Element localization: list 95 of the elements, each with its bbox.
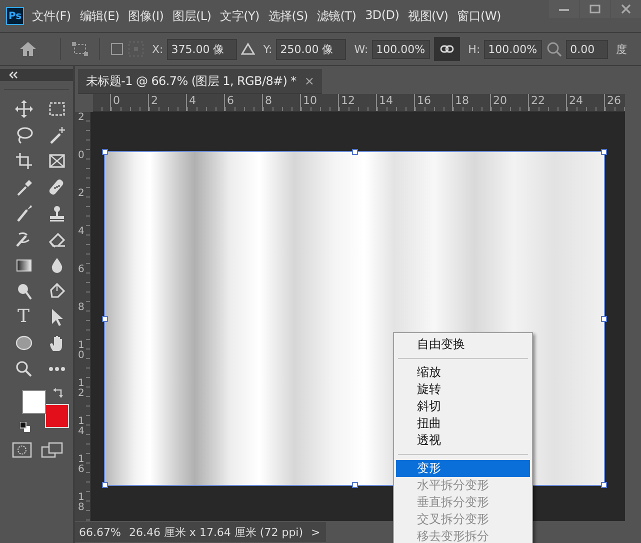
ruler-label: 18 (452, 94, 490, 111)
transform-handle[interactable] (601, 482, 607, 488)
input-field[interactable]: 375.00 像 (167, 38, 238, 60)
menu-item[interactable]: 自由变换 (396, 336, 530, 353)
transform-handle[interactable] (352, 482, 358, 488)
crop-icon[interactable] (14, 152, 32, 170)
unit-label: 度 (616, 42, 628, 56)
app-logo: Ps (6, 7, 24, 25)
ruler-label: 22 (528, 94, 566, 111)
ruler-label: 0 (78, 151, 86, 163)
menu-item[interactable]: 文字(Y) (220, 8, 260, 24)
pen-icon[interactable] (48, 282, 66, 300)
menu-item[interactable]: 选择(S) (268, 8, 308, 24)
eraser-icon[interactable] (48, 230, 66, 248)
ruler-label: 2 (148, 94, 186, 111)
ruler-label: 10 (300, 94, 338, 111)
document-info: 26.46 厘米 x 17.64 厘米 (72 ppi) (128, 524, 304, 540)
type-tool[interactable]: T (17, 308, 30, 326)
menu-item[interactable]: 窗口(W) (457, 8, 501, 24)
menu-item[interactable]: 旋转 (396, 381, 530, 398)
tab-title: 未标题-1 @ 66.7% (图层 1, RGB/8#) * (86, 72, 296, 90)
background-swatch[interactable] (45, 404, 69, 428)
ruler-label: 24 (566, 94, 604, 111)
input-field[interactable]: 250.00 像 (276, 38, 346, 60)
lasso-icon[interactable] (14, 126, 32, 144)
ruler-label: 20 (490, 94, 528, 111)
ellipse-icon[interactable] (14, 334, 32, 352)
transform-handle[interactable] (102, 482, 108, 488)
menu-item[interactable]: 图像(I) (128, 8, 164, 24)
field-label: W: (354, 42, 368, 56)
ruler-label: 2 (78, 113, 86, 125)
ruler-label: 12 (78, 379, 86, 401)
home-icon[interactable] (18, 40, 38, 58)
checkbox-icon[interactable] (110, 42, 124, 56)
transform-handle[interactable] (352, 149, 358, 155)
field-label: H: (468, 42, 480, 56)
close-button[interactable]: × (304, 74, 314, 88)
search-icon[interactable] (14, 360, 32, 378)
document-tab[interactable]: 未标题-1 @ 66.7% (图层 1, RGB/8#) * × (78, 69, 322, 94)
menu-item[interactable]: 编辑(E) (80, 8, 120, 24)
triangle-icon[interactable] (241, 42, 256, 56)
collapse-icon[interactable] (8, 71, 18, 79)
foreground-swatch[interactable] (22, 390, 46, 414)
ruler-label: 4 (78, 227, 86, 239)
maximize-icon[interactable] (580, 0, 610, 18)
ruler-label: 6 (224, 94, 262, 111)
marquee-icon[interactable] (48, 100, 66, 118)
field-label: X: (152, 42, 164, 56)
ruler-label: 8 (78, 303, 86, 315)
ruler-label: 8 (262, 94, 300, 111)
menu-item[interactable]: 图层(L) (172, 8, 212, 24)
link-button[interactable] (434, 37, 460, 61)
ruler-label: 10 (78, 341, 86, 363)
menu-item[interactable]: 斜切 (396, 398, 530, 415)
menu-item[interactable]: 透视 (396, 432, 530, 449)
swap-icon[interactable] (53, 388, 63, 398)
ruler-label: 6 (78, 265, 86, 277)
stamp-icon[interactable] (48, 204, 66, 222)
frame-icon[interactable] (48, 152, 66, 170)
menu-item[interactable]: 视图(V) (408, 8, 448, 24)
ruler-label: 16 (78, 455, 86, 477)
magic-wand-icon[interactable] (48, 126, 66, 144)
ruler-label: 14 (376, 94, 414, 111)
close-icon[interactable] (611, 0, 641, 18)
transform-icon[interactable] (71, 41, 89, 57)
menu-item[interactable]: 3D(D) (365, 8, 400, 24)
ruler-label: 16 (414, 94, 452, 111)
ruler-label: 2 (78, 189, 86, 201)
transform-handle[interactable] (601, 149, 607, 155)
menu-item[interactable]: 文件(F) (32, 8, 71, 24)
input-field[interactable]: 100.00% (484, 40, 542, 58)
menu-item[interactable]: 滤镜(T) (316, 8, 356, 24)
link-icon (440, 44, 454, 54)
transform-handle[interactable] (601, 316, 607, 322)
field-label: Y: (263, 42, 272, 56)
move-icon[interactable] (14, 100, 32, 118)
input-field[interactable]: 0.00 (566, 40, 608, 58)
zoom-level: 66.67% (79, 526, 121, 538)
screen-mode-icon[interactable] (40, 442, 63, 458)
quick-mask-icon[interactable] (12, 442, 32, 458)
menu-item[interactable]: 变形 (396, 460, 530, 477)
transform-handle[interactable] (102, 316, 108, 322)
expand-arrow[interactable]: > (311, 526, 320, 538)
eyedropper-icon[interactable] (14, 178, 32, 196)
ruler-label: 4 (186, 94, 224, 111)
minimize-icon[interactable] (549, 0, 579, 18)
transform-handle[interactable] (102, 149, 108, 155)
ruler-label: 12 (338, 94, 376, 111)
input-field[interactable]: 100.00% (372, 40, 430, 58)
menu-item[interactable]: 扭曲 (396, 415, 530, 432)
menu-item[interactable]: 缩放 (396, 364, 530, 381)
ruler-label: 14 (78, 417, 86, 439)
ruler-label: 0 (110, 94, 148, 111)
ruler-label: 18 (78, 493, 86, 515)
default-colors-icon[interactable] (20, 422, 30, 432)
